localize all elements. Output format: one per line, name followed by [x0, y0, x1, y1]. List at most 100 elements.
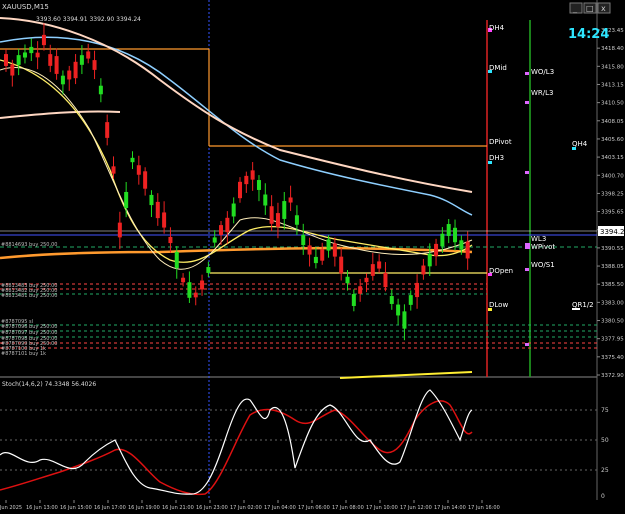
- candle-body: [263, 194, 268, 206]
- time-tick-label: 17 Jun 16:00: [468, 505, 500, 511]
- chart-background: [0, 0, 625, 514]
- price-tick-label: 3418.40: [601, 46, 624, 52]
- candle-body: [294, 215, 299, 225]
- candle-body: [465, 241, 470, 259]
- label-dh3: DH3: [489, 154, 504, 162]
- label-wl3: WL3: [531, 235, 546, 243]
- candle-body: [364, 277, 369, 283]
- candle-body: [231, 203, 236, 217]
- server-clock: 14:24: [568, 27, 609, 42]
- price-tick-label: 3383.00: [601, 300, 624, 306]
- candle-body: [162, 212, 167, 228]
- candle-body: [459, 240, 464, 250]
- candle-body: [238, 181, 242, 199]
- candle-body: [320, 249, 325, 261]
- price-tick-label: 3385.50: [601, 282, 624, 288]
- price-tick-label: 3408.05: [601, 119, 624, 125]
- order-label: #8814693 buy 250.00: [1, 242, 57, 248]
- wo-s1-marker: [525, 268, 529, 271]
- qr1-2-marker: [572, 308, 580, 310]
- candle-body: [339, 256, 344, 274]
- ohlc-readout: 3393.60 3394.91 3392.90 3394.24: [36, 16, 141, 23]
- candle-body: [92, 60, 97, 70]
- candle-body: [389, 296, 394, 304]
- price-tick-label: 3413.15: [601, 82, 624, 88]
- candle-body: [256, 180, 261, 190]
- candle-body: [250, 170, 255, 180]
- candle-body: [307, 245, 312, 255]
- label-dpivot: DPivot: [489, 138, 512, 146]
- time-tick-label: 17 Jun 06:00: [298, 505, 330, 511]
- candle-body: [86, 51, 91, 59]
- candle-body: [117, 222, 122, 238]
- candle-body: [29, 46, 34, 54]
- stoch-tick: 50: [601, 437, 609, 444]
- candle-body: [408, 295, 413, 305]
- candle-body: [313, 256, 318, 264]
- stoch-tick: 75: [601, 407, 609, 414]
- label-wo-l3: WO/L3: [531, 68, 554, 76]
- dopen-marker: [488, 273, 492, 276]
- candle-body: [427, 253, 432, 267]
- candle-body: [244, 175, 249, 185]
- wr-l3-marker: [525, 101, 529, 104]
- candle-body: [269, 206, 274, 224]
- candle-body: [105, 122, 110, 138]
- candle-body: [79, 55, 84, 65]
- candle-body: [282, 201, 287, 219]
- maximize-icon: □: [586, 4, 594, 13]
- dlow-marker: [488, 308, 492, 311]
- close-icon: x: [601, 4, 606, 13]
- candle-body: [332, 243, 337, 257]
- candle-body: [358, 286, 363, 294]
- time-tick-label: 17 Jun 10:00: [366, 505, 398, 511]
- candle-body: [326, 239, 331, 251]
- stoch-tick: 0: [601, 493, 605, 500]
- candle-body: [149, 194, 154, 206]
- label-qh4: QH4: [572, 140, 588, 148]
- price-tick-label: 3405.60: [601, 137, 624, 143]
- label-wo-s1: WO/S1: [531, 261, 555, 269]
- candle-body: [168, 236, 173, 244]
- time-tick-label: 17 Jun 12:00: [400, 505, 432, 511]
- price-tick-label: 3395.65: [601, 210, 624, 216]
- candle-body: [212, 237, 217, 243]
- candle-body: [301, 234, 306, 246]
- price-tick-label: 3377.95: [601, 337, 624, 343]
- candle-body: [16, 55, 21, 65]
- price-tick-label: 3400.70: [601, 173, 624, 179]
- candle-body: [73, 61, 78, 79]
- time-tick-label: 17 Jun 14:00: [434, 505, 466, 511]
- candle-body: [98, 85, 103, 95]
- candle-body: [187, 282, 192, 298]
- pink-marker-1: [525, 171, 529, 174]
- candle-body: [143, 171, 148, 189]
- order-label: #8813481 buy 250.00: [1, 293, 57, 299]
- stoch-tick: 25: [601, 467, 609, 474]
- candle-body: [402, 311, 407, 329]
- wo-l3-marker: [525, 72, 529, 75]
- price-tick-label: 3398.25: [601, 191, 624, 197]
- candle-body: [434, 243, 439, 257]
- candle-body: [219, 225, 224, 235]
- candle-body: [396, 304, 401, 316]
- label-wpivot: WPivot: [531, 243, 555, 251]
- time-tick-label: 16 Jun 23:00: [196, 505, 228, 511]
- chart-canvas[interactable]: 3423.453418.403415.803413.153410.503408.…: [0, 0, 625, 514]
- dh3-marker: [488, 161, 492, 164]
- label-dopen: DOpen: [489, 267, 513, 275]
- candle-body: [206, 267, 211, 273]
- candle-body: [193, 292, 198, 298]
- candle-body: [288, 197, 293, 203]
- price-tick-label: 3380.50: [601, 319, 624, 325]
- candle-body: [41, 34, 46, 46]
- candle-body: [22, 52, 27, 58]
- candle-body: [446, 224, 451, 236]
- candle-body: [67, 70, 72, 80]
- candle-body: [377, 261, 382, 269]
- candle-body: [10, 64, 15, 76]
- label-dh4: DH4: [489, 24, 505, 32]
- candle-body: [155, 201, 160, 219]
- candle-body: [351, 294, 356, 306]
- label-dlow: DLow: [489, 301, 508, 309]
